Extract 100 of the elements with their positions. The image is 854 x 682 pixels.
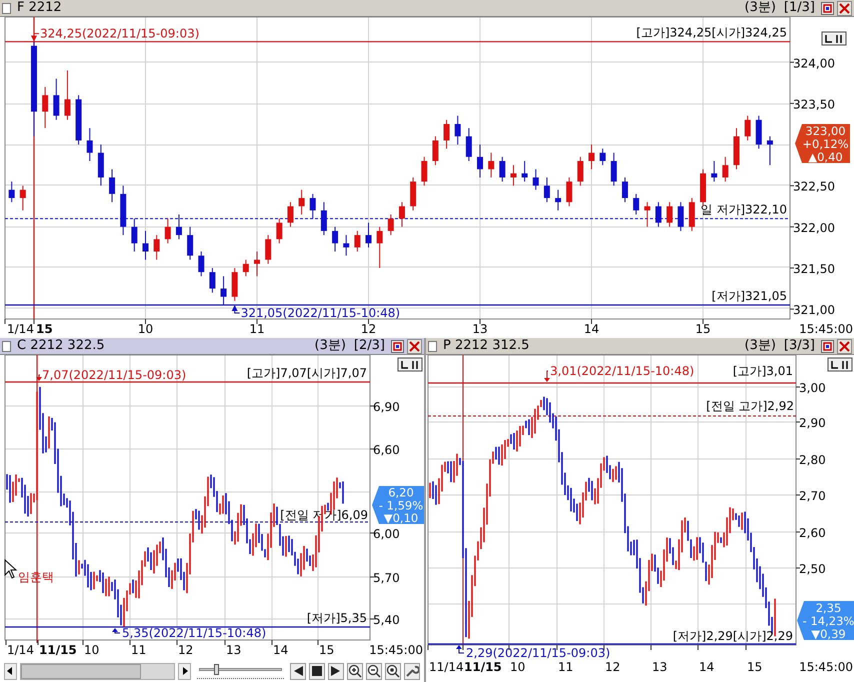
timeframe-label: (3분) [744,338,776,354]
y-axis-label: 2,50 [799,562,826,576]
x-axis-label: 1/14 [7,643,34,657]
zoom-out-icon [366,664,381,678]
settings-button[interactable] [404,662,420,680]
restore-icon[interactable] [821,340,834,352]
y-axis-label: 323,50 [793,97,835,112]
leader-line [112,628,120,634]
leader-line [31,33,40,42]
scrollbar[interactable] [20,662,176,680]
x-axis-label: 13 [472,322,488,336]
reference-line-label: 일 저가]322,10 [700,202,787,217]
x-axis-label: 10 [84,643,100,657]
panel-title: C 2212 322.5 [17,338,105,354]
zoom-in-button[interactable] [346,662,363,680]
zoom-in-icon [348,664,362,678]
low-price-label: [저가]2,29[시가]2,29 [672,629,793,643]
restore-icon[interactable] [821,2,834,14]
page-indicator: [3/3] [784,338,815,354]
play-back-button[interactable] [290,662,306,680]
y-axis-label: 2,90 [799,416,826,430]
price-badge-text: 6,20 [388,486,414,500]
x-axis-label: 13 [226,643,242,657]
price-badge-text: +0,12% [802,137,849,151]
high-price-marker: 324,25(2022/11/15-09:03) [40,26,200,41]
cursor-icon [4,558,18,579]
y-axis-label: 2,70 [799,489,826,503]
close-button[interactable] [407,338,422,354]
close-button[interactable] [837,0,852,16]
x-axis-label: 10 [510,660,526,674]
close-icon [838,2,851,14]
leader-line [544,370,550,382]
y-axis-label: 321,00 [793,303,835,318]
layout-icon[interactable] [398,358,422,372]
stop-button[interactable] [308,662,325,680]
x-axis-label: 15 [747,660,762,674]
slider-thumb[interactable] [214,664,220,675]
low-price-marker: 2,29(2022/11/15-09:03) [466,646,610,660]
panel-title-bar[interactable]: P 2212 312.5 (3분) [3/3] [426,338,854,355]
close-icon [408,340,421,352]
zoom-slider[interactable] [197,663,284,679]
high-price-marker: 7,07(2022/11/15-09:03) [42,368,186,382]
y-axis-label: 5,70 [373,571,400,585]
timeframe-label: (3분) [744,0,776,16]
low-price-label: [저가]5,35 [306,611,367,625]
leader-line [232,305,240,314]
window-icon [2,340,11,352]
zoom-fit-button[interactable] [384,662,401,680]
high-price-label: [고가]7,07[시가]7,07 [246,366,367,380]
date-label: 1/14 [7,322,34,336]
restore-icon[interactable] [391,340,404,352]
play-button[interactable] [328,662,344,680]
price-badge-text: - 14,23% [802,614,854,628]
x-axis-label: 11/15 [39,643,77,657]
timeframe-label: (3분) [314,338,346,354]
x-axis-label: 14 [584,322,600,336]
y-axis-label: 5,40 [373,613,400,627]
x-axis-label: 10 [138,322,154,336]
panel-title-bar[interactable]: F 2212 (3분) [1/3] [0,0,854,17]
price-badge-text: 323,00 [805,124,846,138]
reference-line-label: [저가]321,05 [712,289,787,303]
close-icon [838,340,851,352]
close-button[interactable] [837,338,852,354]
x-axis-label: 14 [273,643,288,657]
leader-line [456,645,464,654]
end-time-label: 15:45:00 [799,660,853,674]
zoom-out-button[interactable] [366,662,382,680]
x-axis-label: 15 [695,322,711,336]
x-axis-label: 15 [319,643,334,657]
leader-line [36,374,42,381]
price-badge-text: ▼0,10 [384,511,418,525]
price-badge-text: 2,35 [816,601,842,615]
layout-icon[interactable] [828,358,852,372]
wrench-icon [404,664,419,678]
y-axis-label: 324,00 [793,56,835,70]
price-badge-text: ▲0,40 [808,150,843,164]
x-axis-label: 12 [178,643,194,657]
scroll-right-button[interactable] [178,662,192,680]
price-badge-text: - 1,59% [378,498,424,512]
layout-icon[interactable] [822,32,846,46]
low-price-marker: 5,35(2022/11/15-10:48) [122,626,266,640]
high-price-marker: 3,01(2022/11/15-10:48) [550,364,694,378]
y-axis-label: 321,50 [793,262,835,276]
x-axis-label: 11 [249,322,265,336]
scroll-left-button[interactable] [4,662,17,680]
scrollbar-thumb[interactable] [20,664,141,678]
price-badge-text: ▼0,39 [811,627,846,641]
page-indicator: [2/3] [354,338,385,354]
magnifier-icon [386,664,400,678]
window-icon [2,2,11,14]
y-axis-label: 2,60 [799,526,826,540]
high-price-label: [고가]3,01 [732,364,793,378]
x-axis-label: 11 [558,660,574,674]
y-axis-label: 322,50 [793,180,835,194]
x-axis-label: 14 [699,660,714,674]
date-label: 15 [36,322,53,336]
panel-title-bar[interactable]: C 2212 322.5 (3분) [2/3] [0,338,424,355]
x-axis-label: 12 [605,660,620,674]
left-arrow-icon [6,667,14,675]
end-time-label: 15:45:00 [369,643,423,657]
